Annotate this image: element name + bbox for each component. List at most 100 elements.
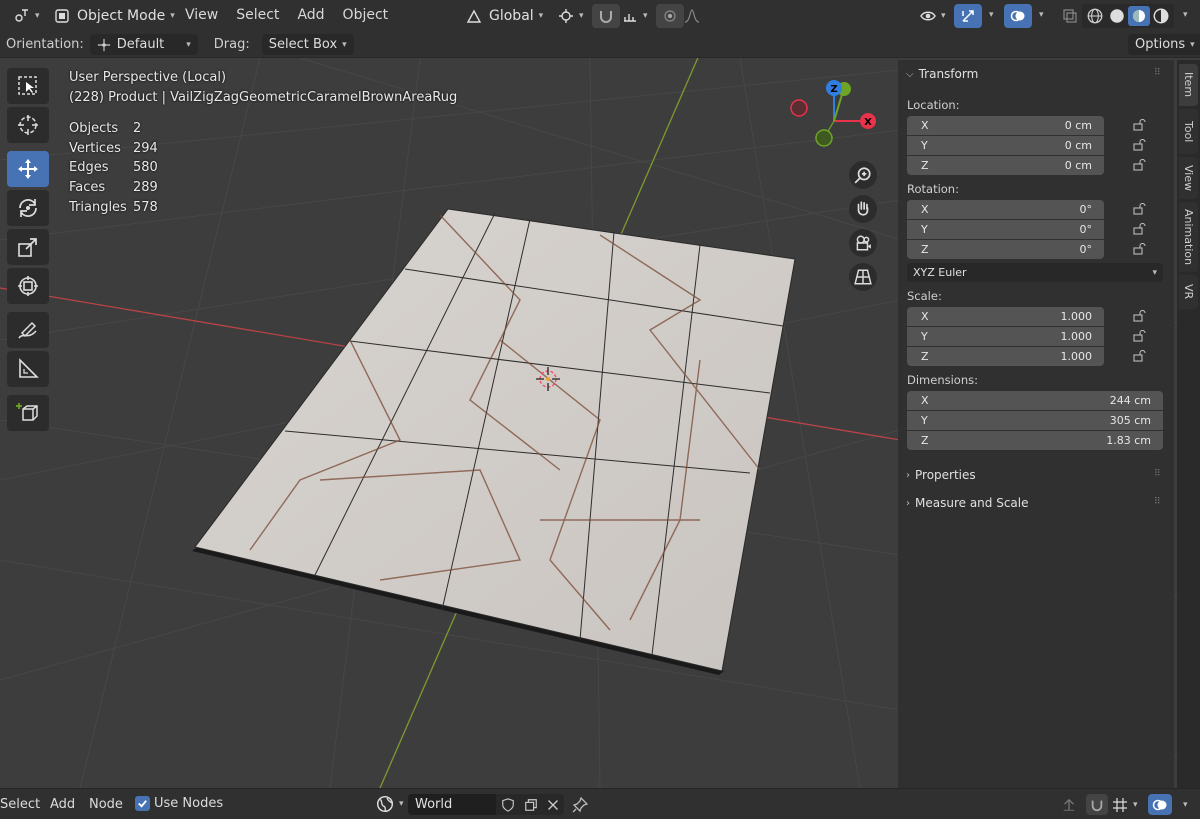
pin-icon[interactable]	[572, 797, 588, 813]
move-icon	[18, 159, 38, 179]
world-name-field[interactable]: World	[408, 794, 496, 815]
dimensions-x-field[interactable]: X 244 cm	[907, 391, 1163, 410]
lock-icon[interactable]	[1133, 310, 1147, 322]
chevron-down-icon: ▾	[342, 39, 347, 50]
solid-shading-icon[interactable]	[1106, 7, 1128, 25]
mode-selector[interactable]: Object Mode ▾	[48, 4, 181, 28]
dimensions-z-field[interactable]: Z 1.83 cm	[907, 431, 1163, 450]
add-cube-tool[interactable]	[7, 395, 49, 431]
snap-target-selector[interactable]: ▾	[616, 4, 654, 28]
measure-tool[interactable]	[7, 351, 49, 387]
overlays-dropdown-chevron[interactable]: ▾	[1183, 800, 1188, 810]
close-icon[interactable]	[547, 799, 559, 811]
options-dropdown[interactable]: Options ▾	[1128, 34, 1200, 55]
lock-icon[interactable]	[1133, 159, 1147, 171]
navigation-gizmo[interactable]: Z X	[786, 76, 886, 176]
editor-type-button[interactable]: ▾	[8, 4, 46, 28]
cursor-tool[interactable]	[7, 107, 49, 143]
scale-x-field[interactable]: X 1.000	[907, 307, 1104, 326]
ruler-icon	[19, 358, 39, 378]
transform-panel-header[interactable]: ⌵ Transform	[906, 67, 978, 81]
lock-icon[interactable]	[1133, 350, 1147, 362]
menu-select[interactable]: Select	[227, 7, 288, 23]
menu-add[interactable]: Add	[288, 7, 333, 23]
gizmo-dropdown-chevron[interactable]: ▾	[989, 10, 994, 20]
grid-perspective-icon	[854, 269, 872, 285]
rotation-z-field[interactable]: Z 0°	[907, 240, 1104, 259]
world-type-selector[interactable]: ▾	[376, 795, 404, 813]
wireframe-shading-icon[interactable]	[1084, 7, 1106, 25]
snap-toggle[interactable]	[1086, 794, 1108, 815]
pivot-point-selector[interactable]: ▾	[552, 4, 590, 28]
tab-view[interactable]: View	[1179, 157, 1198, 199]
field-value: 244 cm	[1109, 394, 1151, 407]
overlays-toggle[interactable]	[1004, 4, 1032, 28]
hand-icon	[857, 201, 869, 216]
annotate-tool[interactable]	[7, 312, 49, 348]
measure-panel-header[interactable]: › Measure and Scale	[906, 496, 1029, 510]
menu-view[interactable]: View	[176, 7, 227, 23]
rotation-mode-dropdown[interactable]: XYZ Euler ▾	[907, 263, 1163, 282]
scale-z-field[interactable]: Z 1.000	[907, 347, 1104, 366]
eye-icon	[920, 11, 936, 21]
scale-tool[interactable]	[7, 229, 49, 265]
world-globe-icon	[376, 795, 394, 813]
gizmo-toggle[interactable]	[954, 4, 982, 28]
use-nodes-checkbox[interactable]: Use Nodes	[135, 796, 223, 811]
location-x-field[interactable]: X 0 cm	[907, 116, 1104, 135]
pan-button[interactable]	[849, 195, 877, 223]
axis-label: Z	[921, 434, 929, 447]
drag-dropdown[interactable]: Select Box ▾	[261, 34, 354, 55]
parent-node-tree-button[interactable]	[1058, 794, 1080, 815]
camera-view-button[interactable]	[849, 229, 877, 257]
rotation-y-field[interactable]: Y 0°	[907, 220, 1104, 239]
snap-target-selector[interactable]: ▾	[1112, 794, 1138, 815]
visibility-selector[interactable]: ▾	[914, 4, 952, 28]
drag-handle-icon[interactable]: ⠿	[1154, 469, 1162, 479]
transform-orientation-selector[interactable]: Global ▾	[460, 4, 549, 28]
lock-icon[interactable]	[1133, 203, 1147, 215]
move-tool[interactable]	[7, 151, 49, 187]
material-shading-button[interactable]	[1128, 6, 1150, 26]
menu-select[interactable]: Select	[0, 797, 40, 812]
active-object-line: (228) Product | VailZigZagGeometricCaram…	[69, 89, 458, 105]
viewport-info: User Perspective (Local) (228) Product |…	[69, 68, 457, 107]
axis-label: X	[921, 310, 929, 323]
tab-vr[interactable]: VR	[1179, 275, 1198, 309]
duplicate-icon[interactable]	[524, 798, 538, 812]
perspective-toggle-button[interactable]	[849, 263, 877, 291]
fake-user-shield-icon[interactable]	[501, 797, 515, 812]
transform-tool[interactable]	[7, 268, 49, 304]
shading-dropdown-chevron[interactable]: ▾	[1183, 10, 1188, 20]
orientation-dropdown[interactable]: Default ▾	[89, 34, 198, 55]
properties-panel-header[interactable]: › Properties	[906, 468, 976, 482]
menu-add[interactable]: Add	[50, 797, 75, 812]
lock-icon[interactable]	[1133, 330, 1147, 342]
lock-icon[interactable]	[1133, 243, 1147, 255]
tab-animation[interactable]: Animation	[1179, 202, 1198, 272]
scale-y-field[interactable]: Y 1.000	[907, 327, 1104, 346]
lock-icon[interactable]	[1133, 139, 1147, 151]
zoom-button[interactable]	[849, 161, 877, 189]
rendered-shading-icon[interactable]	[1150, 7, 1172, 25]
location-y-field[interactable]: Y 0 cm	[907, 136, 1104, 155]
rotation-x-field[interactable]: X 0°	[907, 200, 1104, 219]
drag-handle-icon[interactable]: ⠿	[1154, 68, 1162, 78]
overlays-dropdown-chevron[interactable]: ▾	[1039, 10, 1044, 20]
stat-value: 2	[133, 121, 142, 136]
lock-icon[interactable]	[1133, 223, 1147, 235]
rotate-tool[interactable]	[7, 190, 49, 226]
falloff-selector[interactable]	[678, 4, 706, 28]
axis-label: X	[921, 394, 929, 407]
xray-toggle[interactable]	[1056, 4, 1084, 28]
drag-handle-icon[interactable]: ⠿	[1154, 497, 1162, 507]
location-z-field[interactable]: Z 0 cm	[907, 156, 1104, 175]
lock-icon[interactable]	[1133, 119, 1147, 131]
tab-tool[interactable]: Tool	[1179, 109, 1198, 154]
overlays-toggle[interactable]	[1148, 794, 1172, 815]
select-box-tool[interactable]	[7, 68, 49, 104]
menu-node[interactable]: Node	[89, 797, 123, 812]
menu-object[interactable]: Object	[334, 7, 398, 23]
dimensions-y-field[interactable]: Y 305 cm	[907, 411, 1163, 430]
tab-item[interactable]: Item	[1179, 64, 1198, 106]
